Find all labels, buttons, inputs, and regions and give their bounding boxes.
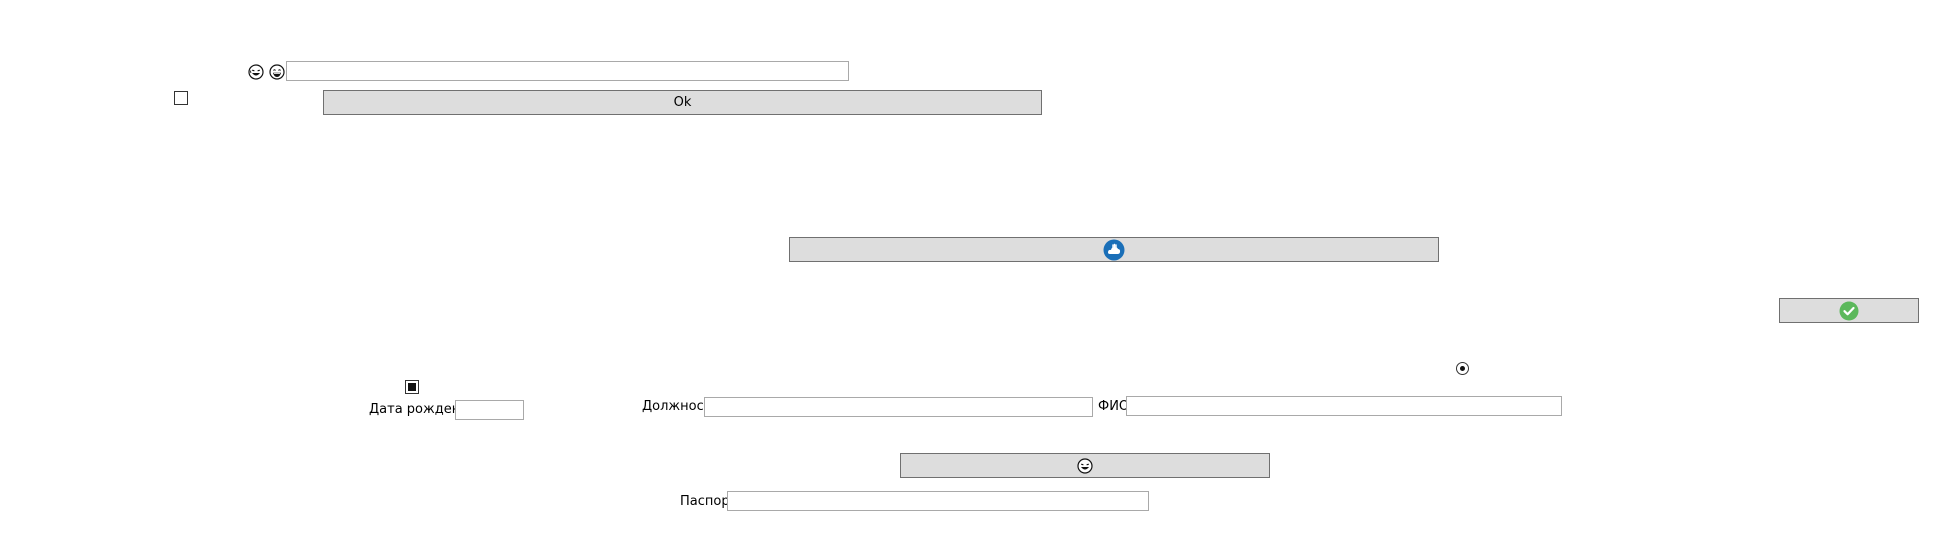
passport-input[interactable] xyxy=(727,491,1149,511)
confirm-button[interactable] xyxy=(1779,298,1919,323)
smiley-button[interactable] xyxy=(900,453,1270,478)
cloud-hand-icon xyxy=(1103,239,1125,261)
laughing-face-icon xyxy=(248,64,264,80)
position-input[interactable] xyxy=(704,397,1093,417)
fio-input[interactable] xyxy=(1126,396,1562,416)
cloud-button[interactable] xyxy=(789,237,1439,262)
unchecked-checkbox[interactable] xyxy=(174,91,188,105)
ok-button[interactable]: Ok xyxy=(323,90,1042,115)
checkmark-circle-icon xyxy=(1839,301,1859,321)
checked-checkbox[interactable] xyxy=(405,380,419,394)
radio-button[interactable] xyxy=(1456,362,1469,375)
birth-date-input[interactable] xyxy=(455,400,524,420)
top-text-input[interactable] xyxy=(286,61,849,81)
laughing-face-icon xyxy=(1077,457,1093,474)
grinning-face-icon xyxy=(269,64,285,80)
ok-button-label: Ok xyxy=(673,95,692,110)
fio-label: ФИО xyxy=(1098,399,1130,414)
